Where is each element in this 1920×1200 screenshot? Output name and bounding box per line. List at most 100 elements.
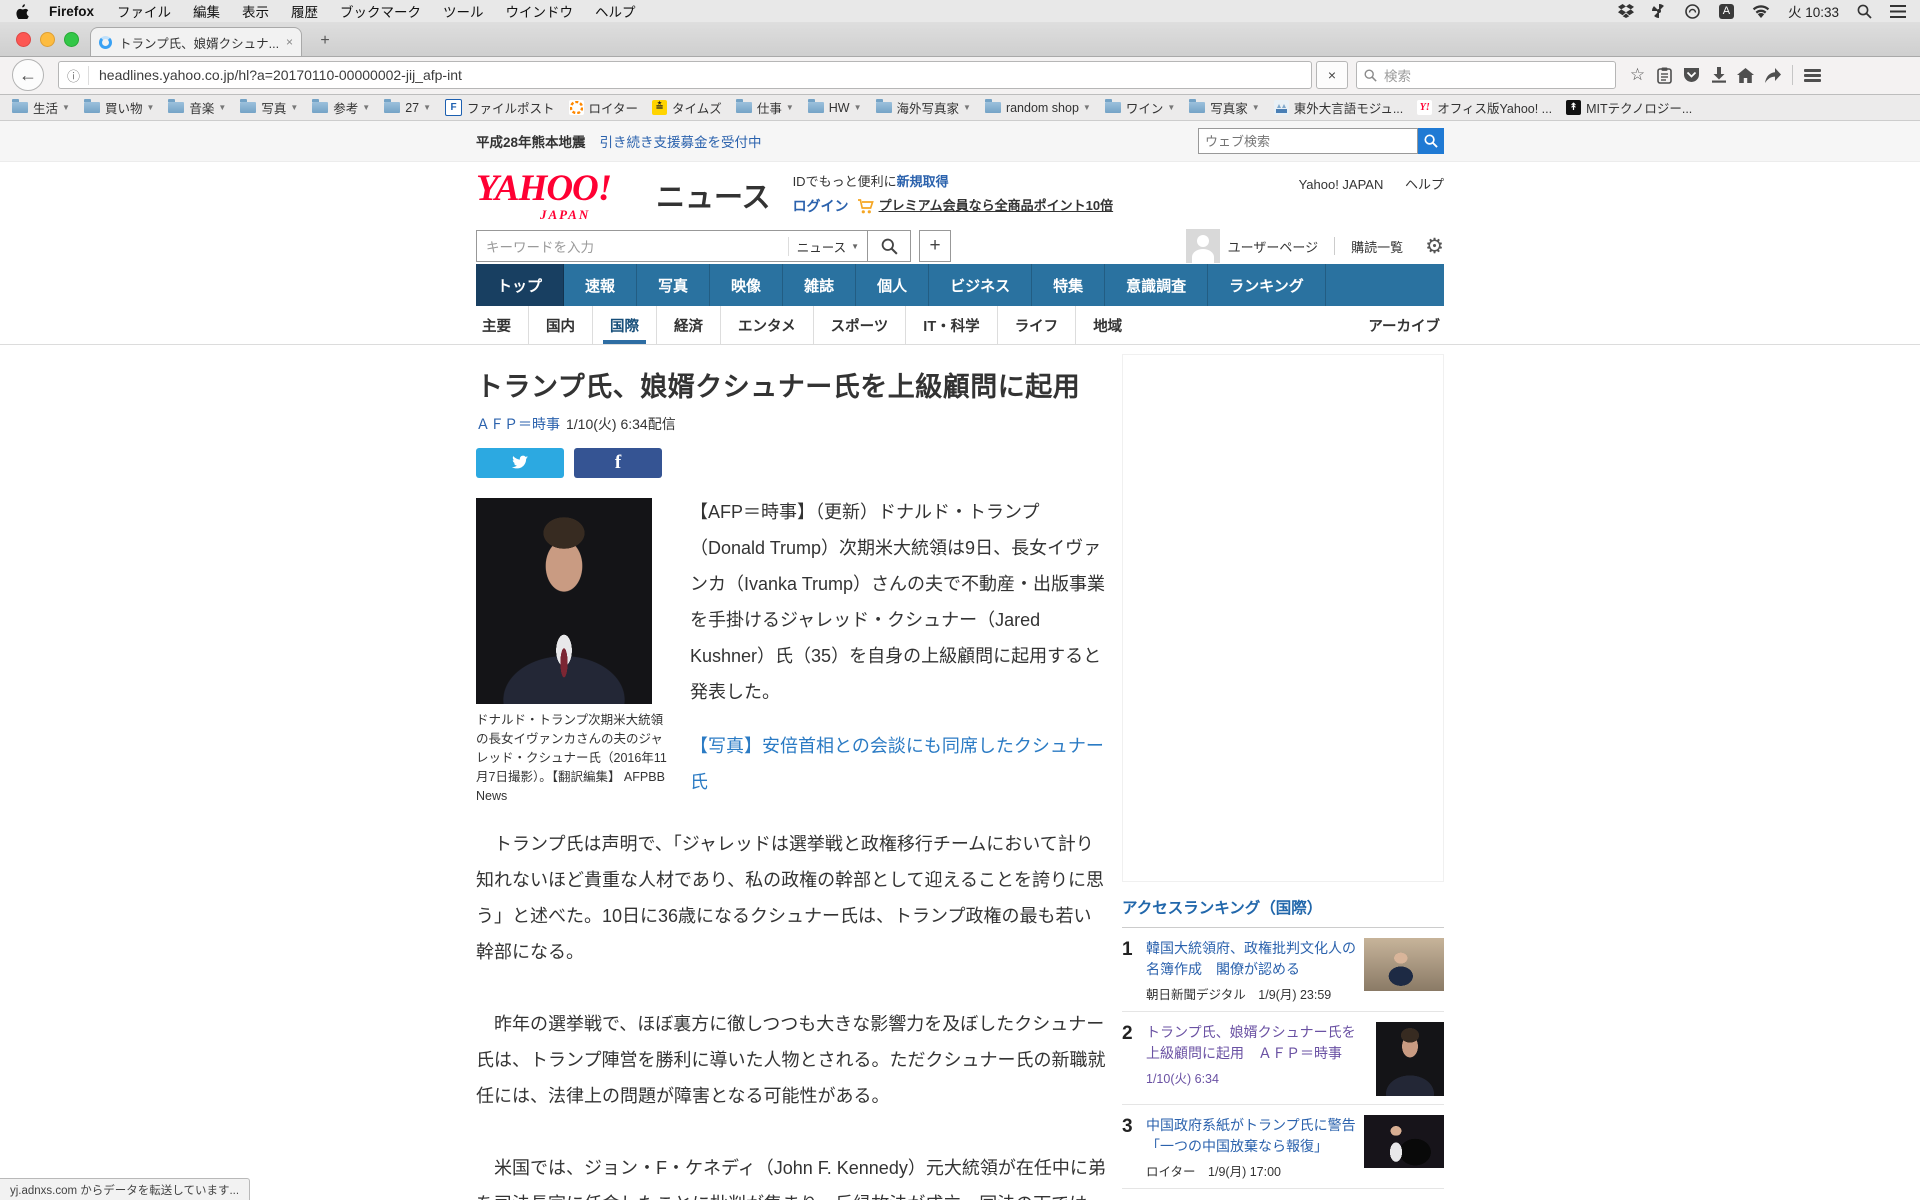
nav-tab-business[interactable]: ビジネス xyxy=(929,264,1032,306)
bookmark-folder-work[interactable]: 仕事▼ xyxy=(736,98,794,117)
bookmark-folder-music[interactable]: 音楽▼ xyxy=(168,98,226,117)
menubar-tools[interactable]: ツール xyxy=(432,1,495,21)
wifi-icon[interactable] xyxy=(1743,5,1779,18)
menubar-edit[interactable]: 編集 xyxy=(182,1,231,21)
subnav-entertainment[interactable]: エンタメ xyxy=(721,306,814,344)
stop-button[interactable]: × xyxy=(1316,61,1348,89)
ranking-item-1[interactable]: 1 韓国大統領府、政権批判文化人の名簿作成 閣僚が認める 朝日新聞デジタル 1/… xyxy=(1122,928,1444,1012)
menu-icon[interactable] xyxy=(1799,63,1826,87)
donation-link[interactable]: 引き続き支援募金を受付中 xyxy=(600,131,762,151)
dropbox-icon[interactable] xyxy=(1609,4,1643,18)
bookmark-reuters[interactable]: ロイター xyxy=(569,98,639,117)
login-link[interactable]: ログイン xyxy=(793,194,849,218)
close-window-button[interactable] xyxy=(16,32,31,47)
site-info-icon[interactable]: ⓘ xyxy=(59,66,89,85)
user-page-link[interactable]: ユーザーページ xyxy=(1228,237,1318,256)
add-search-button[interactable]: + xyxy=(919,230,951,262)
downloads-icon[interactable] xyxy=(1705,63,1732,87)
article-photo[interactable] xyxy=(476,498,652,704)
bookmark-folder-hw[interactable]: HW▼ xyxy=(808,101,862,115)
bookmark-folder-reference[interactable]: 参考▼ xyxy=(312,98,370,117)
bookmark-mit-tech[interactable]: ↟MITテクノロジー... xyxy=(1566,98,1692,117)
keyword-search-field[interactable]: キーワードを入力 ニュース▼ xyxy=(476,230,868,262)
menubar-file[interactable]: ファイル xyxy=(106,1,182,21)
subnav-international[interactable]: 国際 xyxy=(593,306,657,344)
yahoo-japan-logo[interactable]: YAHOO! JAPAN xyxy=(476,170,654,207)
menubar-window[interactable]: ウインドウ xyxy=(495,1,585,21)
subnav-life[interactable]: ライフ xyxy=(998,306,1077,344)
ranking-item-4[interactable]: 4 アサヒ、牛乳事業売却＝ビールに集中─中国 時事通信 1/9(月) 20:56 xyxy=(1122,1189,1444,1200)
signup-link[interactable]: 新規取得 xyxy=(897,174,949,189)
nav-tab-flash[interactable]: 速報 xyxy=(564,264,637,306)
subnav-region[interactable]: 地域 xyxy=(1076,306,1139,344)
subnav-economy[interactable]: 経済 xyxy=(657,306,721,344)
facebook-share-button[interactable]: f xyxy=(574,448,662,478)
bookmark-folder-photo[interactable]: 写真▼ xyxy=(240,98,298,117)
menubar-clock[interactable]: 火 10:33 xyxy=(1779,1,1848,21)
bookmark-folder-random-shop[interactable]: random shop▼ xyxy=(985,101,1091,115)
nav-tab-feature[interactable]: 特集 xyxy=(1032,264,1105,306)
subnav-domestic[interactable]: 国内 xyxy=(529,306,593,344)
browser-search-field[interactable]: 検索 xyxy=(1356,61,1616,89)
archive-link[interactable]: アーカイブ xyxy=(1368,315,1444,336)
home-icon[interactable] xyxy=(1732,63,1759,87)
news-service-logo[interactable]: ニュース xyxy=(656,174,771,216)
yahoo-japan-link[interactable]: Yahoo! JAPAN xyxy=(1299,177,1384,192)
premium-link[interactable]: プレミアム会員なら全商品ポイント10倍 xyxy=(879,194,1114,218)
web-search-button[interactable] xyxy=(1418,128,1444,154)
ranking-link[interactable]: 韓国大統領府、政権批判文化人の名簿作成 閣僚が認める xyxy=(1146,940,1356,977)
ranking-thumbnail[interactable] xyxy=(1376,1022,1444,1096)
gear-icon[interactable]: ⚙ xyxy=(1425,234,1444,259)
url-bar[interactable]: ⓘ headlines.yahoo.co.jp/hl?a=20170110-00… xyxy=(58,61,1312,89)
ranking-link-visited[interactable]: トランプ氏、娘婿クシュナー氏を上級顧問に起用 ＡＦＰ＝時事 xyxy=(1146,1024,1356,1061)
back-button[interactable]: ← xyxy=(12,59,44,91)
twitter-share-button[interactable] xyxy=(476,448,564,478)
bookmarks-menu-icon[interactable] xyxy=(1651,63,1678,87)
nav-tab-ranking[interactable]: ランキング xyxy=(1208,264,1326,306)
menubar-help[interactable]: ヘルプ xyxy=(584,1,647,21)
spotlight-icon[interactable] xyxy=(1848,4,1881,19)
subnav-it-science[interactable]: IT・科学 xyxy=(906,306,997,344)
creative-cloud-icon[interactable] xyxy=(1675,4,1710,19)
menubar-view[interactable]: 表示 xyxy=(231,1,280,21)
subscriptions-link[interactable]: 購読一覧 xyxy=(1351,237,1403,256)
bookmark-yahoo-office[interactable]: Y!オフィス版Yahoo! ... xyxy=(1417,98,1552,117)
nav-tab-personal[interactable]: 個人 xyxy=(856,264,929,306)
tab-close-icon[interactable]: × xyxy=(286,35,293,49)
category-select[interactable]: ニュース▼ xyxy=(788,237,867,256)
new-tab-button[interactable]: + xyxy=(312,29,338,53)
ranking-item-3[interactable]: 3 中国政府系紙がトランプ氏に警告 「一つの中国放棄なら報復」 ロイター 1/9… xyxy=(1122,1105,1444,1189)
avatar[interactable] xyxy=(1186,229,1220,263)
bookmark-folder-photographers[interactable]: 写真家▼ xyxy=(1189,98,1259,117)
bookmark-folder-shopping[interactable]: 買い物▼ xyxy=(84,98,154,117)
minimize-window-button[interactable] xyxy=(40,32,55,47)
nav-tab-photo[interactable]: 写真 xyxy=(637,264,710,306)
menubar-bookmarks[interactable]: ブックマーク xyxy=(329,1,432,21)
input-source-icon[interactable]: A xyxy=(1710,4,1743,19)
active-tab[interactable]: トランプ氏、娘婿クシュナ... × xyxy=(90,27,302,56)
news-search-button[interactable] xyxy=(867,230,911,262)
notification-center-icon[interactable] xyxy=(1881,5,1920,18)
ranking-thumbnail[interactable] xyxy=(1364,1115,1444,1168)
apple-menu-icon[interactable] xyxy=(0,4,37,19)
bookmark-star-icon[interactable]: ☆ xyxy=(1624,63,1651,87)
nav-tab-magazine[interactable]: 雑誌 xyxy=(783,264,856,306)
bookmark-folder-overseas-photographers[interactable]: 海外写真家▼ xyxy=(876,98,971,117)
share-icon[interactable] xyxy=(1759,63,1786,87)
bookmark-folder-27[interactable]: 27▼ xyxy=(384,101,431,115)
pocket-icon[interactable] xyxy=(1678,63,1705,87)
bookmark-folder-life[interactable]: 生活▼ xyxy=(12,98,70,117)
subnav-sports[interactable]: スポーツ xyxy=(814,306,907,344)
ranking-item-2[interactable]: 2 トランプ氏、娘婿クシュナー氏を上級顧問に起用 ＡＦＰ＝時事 1/10(火) … xyxy=(1122,1012,1444,1105)
nav-tab-top[interactable]: トップ xyxy=(476,264,564,306)
nav-tab-video[interactable]: 映像 xyxy=(710,264,783,306)
source-link[interactable]: ＡＦＰ＝時事 xyxy=(476,416,560,432)
bookmark-filepost[interactable]: Fファイルポスト xyxy=(445,98,555,117)
menubar-app-firefox[interactable]: Firefox xyxy=(37,4,106,19)
subnav-main[interactable]: 主要 xyxy=(476,306,529,344)
bookmark-times[interactable]: ≛タイムズ xyxy=(652,98,722,117)
bookmark-folder-wine[interactable]: ワイン▼ xyxy=(1105,98,1175,117)
nav-tab-poll[interactable]: 意識調査 xyxy=(1105,264,1208,306)
web-search-input[interactable] xyxy=(1198,128,1418,154)
help-link[interactable]: ヘルプ xyxy=(1405,177,1444,192)
